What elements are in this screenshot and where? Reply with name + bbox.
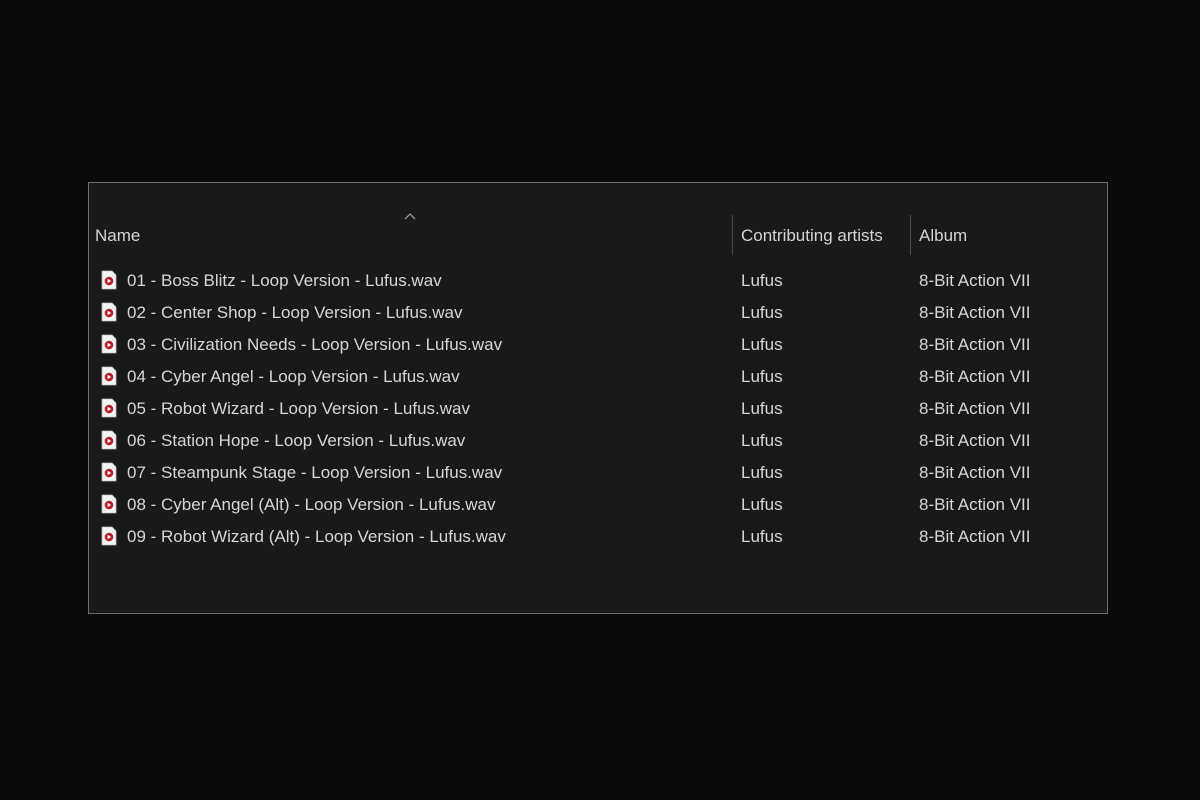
column-divider[interactable]	[732, 215, 733, 255]
file-artist: Lufus	[741, 303, 783, 322]
file-row[interactable]: 08 - Cyber Angel (Alt) - Loop Version - …	[89, 489, 1107, 521]
column-divider[interactable]	[910, 215, 911, 255]
file-name: 08 - Cyber Angel (Alt) - Loop Version - …	[127, 495, 496, 514]
file-artist: Lufus	[741, 495, 783, 514]
column-header-album[interactable]: Album	[919, 216, 1099, 256]
file-list-pane: Name Contributing artists Album 01 - Bos…	[88, 182, 1108, 614]
column-header-contributing-artists[interactable]: Contributing artists	[741, 216, 909, 256]
audio-file-icon	[101, 270, 117, 290]
column-header-row: Name Contributing artists Album	[89, 183, 1107, 259]
audio-file-icon	[101, 302, 117, 322]
file-artist: Lufus	[741, 335, 783, 354]
file-row[interactable]: 09 - Robot Wizard (Alt) - Loop Version -…	[89, 521, 1107, 553]
audio-file-icon	[101, 334, 117, 354]
file-artist: Lufus	[741, 527, 783, 546]
audio-file-icon	[101, 494, 117, 514]
file-name: 07 - Steampunk Stage - Loop Version - Lu…	[127, 463, 503, 482]
file-album: 8-Bit Action VII	[919, 463, 1031, 482]
file-album: 8-Bit Action VII	[919, 303, 1031, 322]
audio-file-icon	[101, 398, 117, 418]
file-album: 8-Bit Action VII	[919, 431, 1031, 450]
file-name: 06 - Station Hope - Loop Version - Lufus…	[127, 431, 466, 450]
file-album: 8-Bit Action VII	[919, 527, 1031, 546]
file-name: 05 - Robot Wizard - Loop Version - Lufus…	[127, 399, 470, 418]
file-row[interactable]: 07 - Steampunk Stage - Loop Version - Lu…	[89, 457, 1107, 489]
file-album: 8-Bit Action VII	[919, 367, 1031, 386]
audio-file-icon	[101, 462, 117, 482]
file-name: 01 - Boss Blitz - Loop Version - Lufus.w…	[127, 271, 442, 290]
file-name: 09 - Robot Wizard (Alt) - Loop Version -…	[127, 527, 506, 546]
file-album: 8-Bit Action VII	[919, 399, 1031, 418]
file-row[interactable]: 03 - Civilization Needs - Loop Version -…	[89, 329, 1107, 361]
file-album: 8-Bit Action VII	[919, 335, 1031, 354]
file-artist: Lufus	[741, 399, 783, 418]
file-artist: Lufus	[741, 463, 783, 482]
file-artist: Lufus	[741, 431, 783, 450]
file-name: 02 - Center Shop - Loop Version - Lufus.…	[127, 303, 463, 322]
file-name: 03 - Civilization Needs - Loop Version -…	[127, 335, 503, 354]
file-row[interactable]: 04 - Cyber Angel - Loop Version - Lufus.…	[89, 361, 1107, 393]
file-name: 04 - Cyber Angel - Loop Version - Lufus.…	[127, 367, 460, 386]
column-header-name[interactable]: Name	[95, 216, 731, 256]
file-row[interactable]: 01 - Boss Blitz - Loop Version - Lufus.w…	[89, 265, 1107, 297]
file-album: 8-Bit Action VII	[919, 271, 1031, 290]
file-row[interactable]: 06 - Station Hope - Loop Version - Lufus…	[89, 425, 1107, 457]
file-artist: Lufus	[741, 271, 783, 290]
audio-file-icon	[101, 366, 117, 386]
file-list: 01 - Boss Blitz - Loop Version - Lufus.w…	[89, 265, 1107, 553]
file-row[interactable]: 02 - Center Shop - Loop Version - Lufus.…	[89, 297, 1107, 329]
audio-file-icon	[101, 430, 117, 450]
file-artist: Lufus	[741, 367, 783, 386]
file-album: 8-Bit Action VII	[919, 495, 1031, 514]
file-row[interactable]: 05 - Robot Wizard - Loop Version - Lufus…	[89, 393, 1107, 425]
audio-file-icon	[101, 526, 117, 546]
